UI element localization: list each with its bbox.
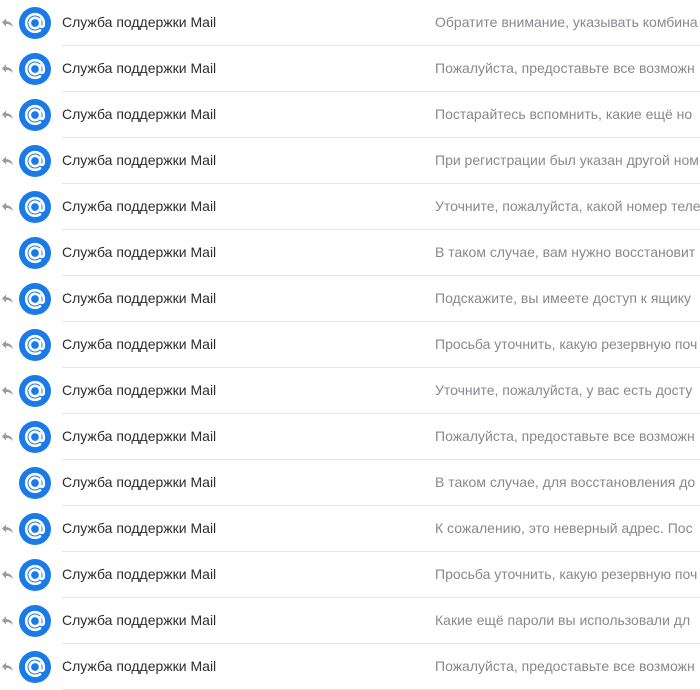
message-snippet: Просьба уточнить, какую резервную поч [435, 336, 698, 352]
mail-row[interactable]: Служба поддержки Mail Просьба уточнить, … [0, 322, 700, 368]
mail-row[interactable]: Служба поддержки Mail В таком случае, дл… [0, 460, 700, 506]
mail-row[interactable]: Служба поддержки Mail Какие ещё пароли в… [0, 598, 700, 644]
mail-row[interactable]: Служба поддержки Mail Подскажите, вы име… [0, 276, 700, 322]
mail-row[interactable]: Служба поддержки Mail Пожалуйста, предос… [0, 644, 700, 690]
mail-at-icon [19, 237, 51, 269]
reply-arrow-icon [1, 154, 14, 167]
mail-at-icon [19, 283, 51, 315]
message-snippet: Пожалуйста, предоставьте все возможн [435, 428, 695, 444]
sender-name: Служба поддержки Mail [62, 474, 217, 490]
mail-at-icon [19, 375, 51, 407]
mail-row[interactable]: Служба поддержки Mail Пожалуйста, предос… [0, 414, 700, 460]
sender-name: Служба поддержки Mail [62, 244, 217, 260]
sender-name: Служба поддержки Mail [62, 566, 217, 582]
sender-name: Служба поддержки Mail [62, 382, 217, 398]
reply-arrow-icon [1, 62, 14, 75]
message-snippet: К сожалению, это неверный адрес. Пос [435, 520, 693, 536]
mail-at-icon [19, 559, 51, 591]
mail-row[interactable]: Служба поддержки Mail Обратите внимание,… [0, 0, 700, 46]
sender-name: Служба поддержки Mail [62, 428, 217, 444]
reply-arrow-icon [1, 614, 14, 627]
reply-arrow-icon [1, 338, 14, 351]
message-snippet: При регистрации был указан другой ном [435, 152, 699, 168]
mail-row[interactable]: Служба поддержки Mail Постарайтесь вспом… [0, 92, 700, 138]
sender-name: Служба поддержки Mail [62, 106, 217, 122]
sender-name: Служба поддержки Mail [62, 152, 217, 168]
message-snippet: Уточните, пожалуйста, какой номер теле [435, 198, 700, 214]
mail-row[interactable]: Служба поддержки Mail При регистрации бы… [0, 138, 700, 184]
mail-at-icon [19, 99, 51, 131]
message-snippet: Постарайтесь вспомнить, какие ещё но [435, 106, 693, 122]
mail-at-icon [19, 605, 51, 637]
mail-at-icon [19, 513, 51, 545]
message-snippet: Пожалуйста, предоставьте все возможн [435, 60, 695, 76]
sender-name: Служба поддержки Mail [62, 658, 217, 674]
message-snippet: Просьба уточнить, какую резервную поч [435, 566, 698, 582]
mail-list: Служба поддержки Mail Обратите внимание,… [0, 0, 700, 690]
mail-at-icon [19, 53, 51, 85]
reply-arrow-icon [1, 660, 14, 673]
sender-name: Служба поддержки Mail [62, 290, 217, 306]
sender-name: Служба поддержки Mail [62, 14, 217, 30]
mail-at-icon [19, 329, 51, 361]
mail-row[interactable]: Служба поддержки Mail Уточните, пожалуйс… [0, 368, 700, 414]
sender-name: Служба поддержки Mail [62, 60, 217, 76]
mail-at-icon [19, 467, 51, 499]
reply-arrow-icon [1, 430, 14, 443]
reply-arrow-icon [1, 522, 14, 535]
mail-at-icon [19, 651, 51, 683]
mail-at-icon [19, 145, 51, 177]
message-snippet: Пожалуйста, предоставьте все возможн [435, 658, 695, 674]
message-snippet: В таком случае, вам нужно восстановит [435, 244, 696, 260]
reply-arrow-icon [1, 292, 14, 305]
message-snippet: Обратите внимание, указывать комбина [435, 14, 698, 30]
reply-arrow-icon [1, 16, 14, 29]
mail-at-icon [19, 191, 51, 223]
mail-at-icon [19, 7, 51, 39]
sender-name: Служба поддержки Mail [62, 198, 217, 214]
reply-arrow-icon [1, 568, 14, 581]
mail-row[interactable]: Служба поддержки Mail Просьба уточнить, … [0, 552, 700, 598]
reply-arrow-icon [1, 384, 14, 397]
mail-row[interactable]: Служба поддержки Mail Уточните, пожалуйс… [0, 184, 700, 230]
message-snippet: Подскажите, вы имеете доступ к ящику [435, 290, 692, 306]
sender-name: Служба поддержки Mail [62, 336, 217, 352]
message-snippet: Какие ещё пароли вы использовали дл [435, 612, 691, 628]
sender-name: Служба поддержки Mail [62, 612, 217, 628]
reply-arrow-icon [1, 108, 14, 121]
mail-row[interactable]: Служба поддержки Mail К сожалению, это н… [0, 506, 700, 552]
reply-arrow-icon [1, 200, 14, 213]
sender-name: Служба поддержки Mail [62, 520, 217, 536]
message-snippet: Уточните, пожалуйста, у вас есть досту [435, 382, 693, 398]
mail-row[interactable]: Служба поддержки Mail В таком случае, ва… [0, 230, 700, 276]
message-snippet: В таком случае, для восстановления до [435, 474, 696, 490]
mail-at-icon [19, 421, 51, 453]
mail-row[interactable]: Служба поддержки Mail Пожалуйста, предос… [0, 46, 700, 92]
